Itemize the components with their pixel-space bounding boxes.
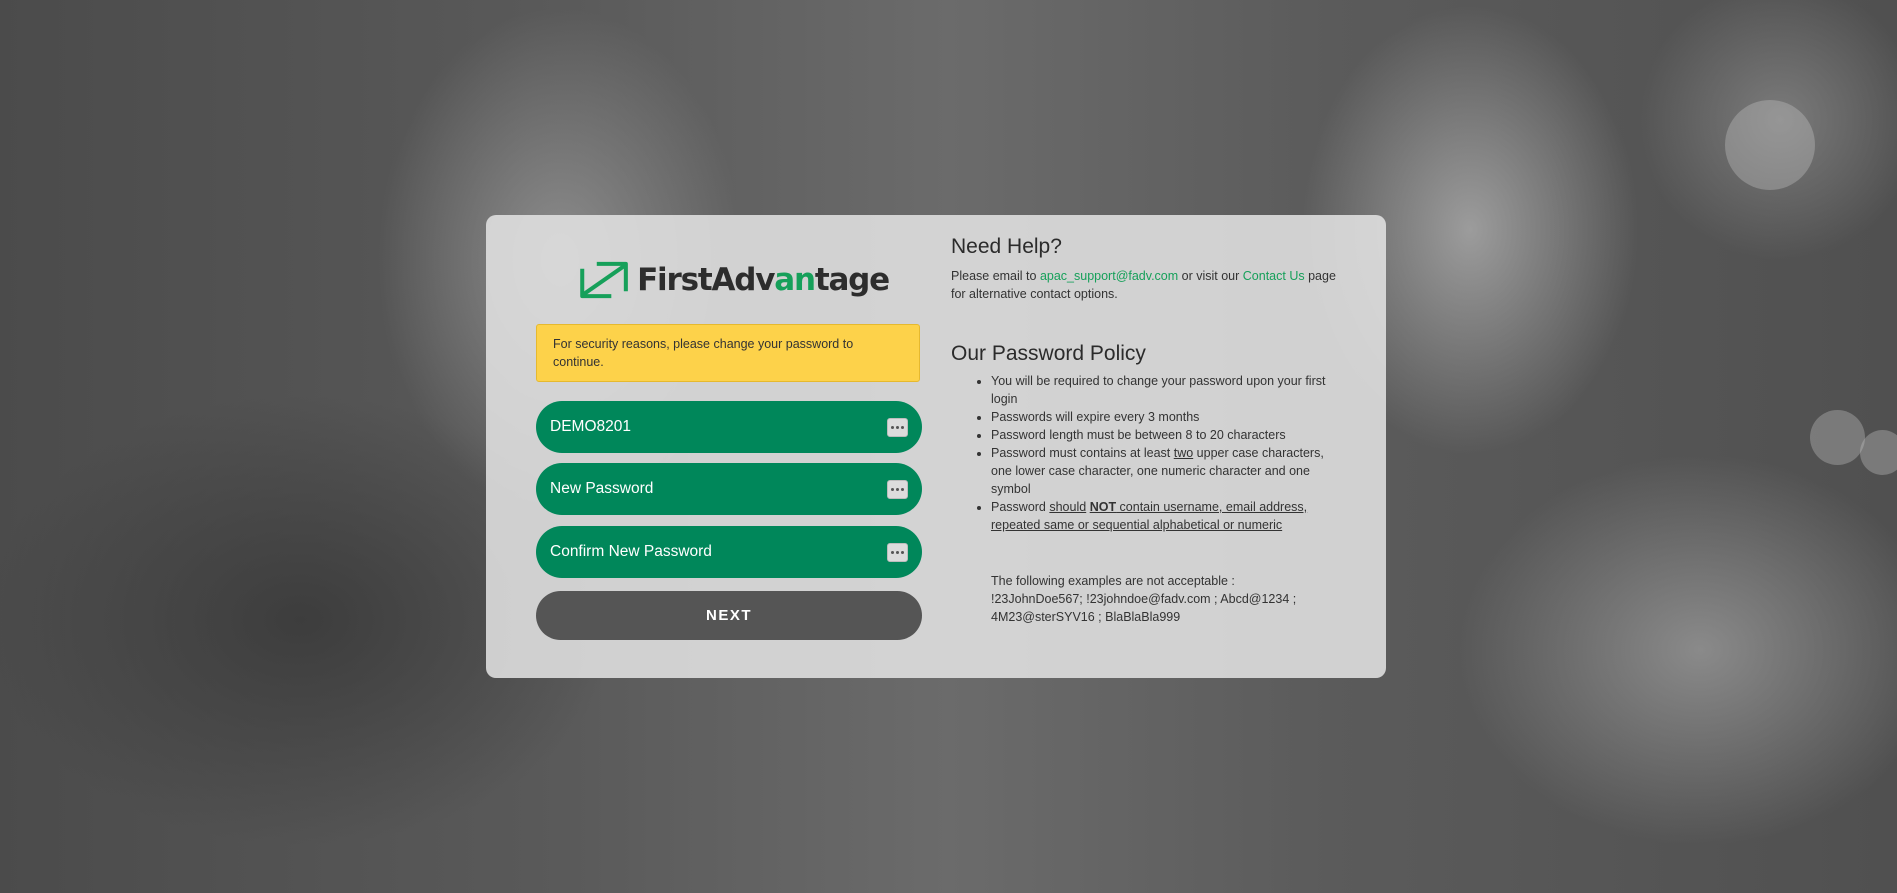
policy-item: You will be required to change your pass… xyxy=(991,372,1331,408)
confirm-password-input[interactable] xyxy=(550,543,850,561)
new-password-input[interactable] xyxy=(550,480,850,498)
policy-item: Password should NOT contain username, em… xyxy=(991,498,1331,534)
first-advantage-logo: FirstAdvantage xyxy=(579,255,890,305)
background-bokeh xyxy=(1860,430,1897,475)
password-policy-list: You will be required to change your pass… xyxy=(951,372,1331,534)
logo-mark-icon xyxy=(580,261,628,299)
password-policy-title: Our Password Policy xyxy=(951,342,1146,365)
security-alert-text: For security reasons, please change your… xyxy=(553,337,854,369)
login-card: FirstAdvantage For security reasons, ple… xyxy=(486,215,1386,678)
background-bokeh xyxy=(1810,410,1865,465)
username-input[interactable] xyxy=(550,418,850,436)
background-bokeh xyxy=(1725,100,1815,190)
policy-item: Password length must be between 8 to 20 … xyxy=(991,426,1331,444)
contact-us-link[interactable]: Contact Us xyxy=(1243,269,1305,283)
logo-wordmark: FirstAdvantage xyxy=(637,262,890,298)
help-panel: Need Help? Please email to apac_support@… xyxy=(951,235,1351,624)
username-field[interactable] xyxy=(536,401,922,453)
next-button[interactable]: NEXT xyxy=(536,591,922,640)
security-alert: For security reasons, please change your… xyxy=(536,324,920,382)
new-password-field[interactable] xyxy=(536,463,922,515)
ellipsis-icon[interactable] xyxy=(887,479,908,499)
need-help-title: Need Help? xyxy=(951,235,1062,258)
policy-item: Password must contains at least two uppe… xyxy=(991,444,1331,498)
unacceptable-examples: The following examples are not acceptabl… xyxy=(991,574,1297,624)
confirm-password-field[interactable] xyxy=(536,526,922,578)
help-text: Please email to apac_support@fadv.com or… xyxy=(951,269,1336,301)
policy-item: Passwords will expire every 3 months xyxy=(991,408,1331,426)
ellipsis-icon[interactable] xyxy=(887,542,908,562)
support-email-link[interactable]: apac_support@fadv.com xyxy=(1040,269,1178,283)
ellipsis-icon[interactable] xyxy=(887,417,908,437)
